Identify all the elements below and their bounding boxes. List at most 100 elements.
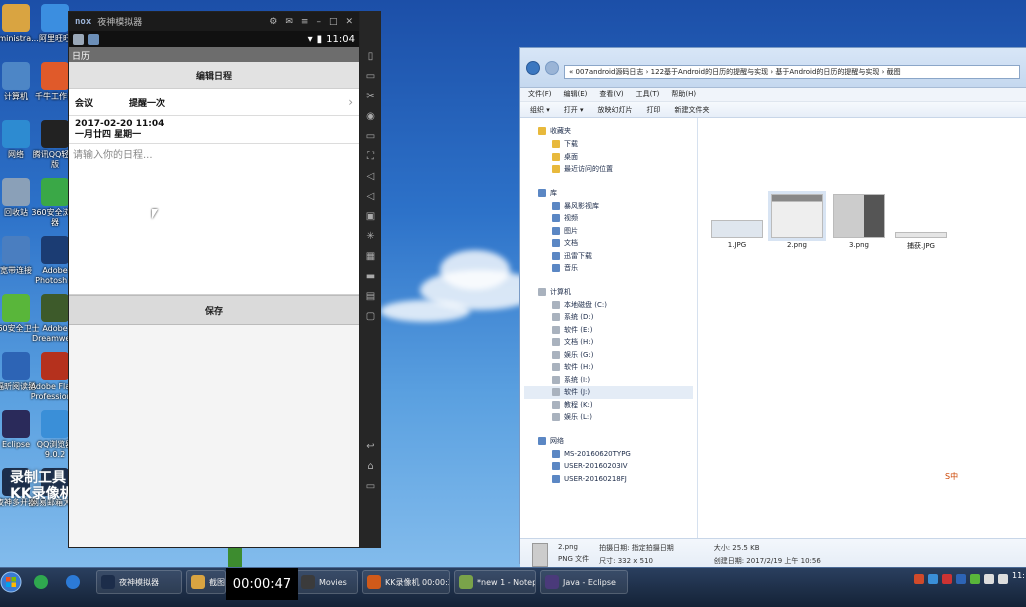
- location-icon[interactable]: ◉: [366, 111, 375, 122]
- taskbar-button[interactable]: Java - Eclipse: [540, 570, 628, 594]
- nav-item[interactable]: 下载: [524, 138, 693, 151]
- nav-item[interactable]: USER-20160218FJ: [524, 473, 693, 486]
- nav-item[interactable]: 桌面: [524, 151, 693, 164]
- tray-icon[interactable]: [956, 574, 966, 584]
- back-button[interactable]: [526, 60, 540, 75]
- command-button[interactable]: 打印: [647, 105, 661, 114]
- sogou-icon[interactable]: [62, 570, 84, 594]
- explorer-window[interactable]: « 007android源码日志 › 122基于Android的日历的提醒与实现…: [519, 47, 1026, 574]
- nav-item[interactable]: 音乐: [524, 262, 693, 275]
- tray-icon[interactable]: [928, 574, 938, 584]
- apk-icon[interactable]: ▦: [366, 251, 375, 262]
- volume-icon[interactable]: [998, 574, 1008, 584]
- command-button[interactable]: 新建文件夹: [675, 105, 710, 114]
- nav-item[interactable]: 图片: [524, 225, 693, 238]
- windows-start-icon[interactable]: [0, 568, 22, 596]
- back-icon[interactable]: ↩: [366, 441, 374, 452]
- file-item[interactable]: 捕获.JPG: [892, 194, 950, 251]
- network-icon[interactable]: [984, 574, 994, 584]
- settings-icon[interactable]: ⚙: [269, 17, 277, 27]
- home-icon[interactable]: ⌂: [367, 461, 373, 472]
- keyboard-icon[interactable]: ▭: [366, 71, 375, 82]
- file-item[interactable]: 3.png: [830, 194, 888, 249]
- nav-item[interactable]: USER-20160203IV: [524, 460, 693, 473]
- datetime-value[interactable]: 2017-02-20 11:04: [75, 119, 353, 130]
- menu-item[interactable]: 查看(V): [599, 89, 623, 100]
- chevron-right-icon[interactable]: ›: [348, 95, 353, 109]
- nav-item[interactable]: 系统 (I:): [524, 374, 693, 387]
- app-icon: [2, 178, 30, 206]
- schedule-input[interactable]: [73, 146, 355, 292]
- nav-item[interactable]: 软件 (E:): [524, 324, 693, 337]
- scissors-icon[interactable]: ✂: [366, 91, 374, 102]
- volume-down-icon[interactable]: ◁: [367, 191, 375, 202]
- menu-icon[interactable]: ≡: [301, 17, 309, 27]
- reminder-label[interactable]: 提醒一次: [129, 96, 165, 109]
- note-area[interactable]: [69, 144, 359, 295]
- file-item[interactable]: 2.png: [768, 194, 826, 249]
- nav-item[interactable]: 娱乐 (G:): [524, 349, 693, 362]
- nav-item[interactable]: 软件 (J:): [524, 386, 693, 399]
- file-view[interactable]: 1.JPG 2.png 3.png 捕获.JPG: [698, 118, 1026, 538]
- nav-item[interactable]: 最近访问的位置: [524, 163, 693, 176]
- folder-icon[interactable]: ▬: [366, 271, 375, 282]
- phone-icon[interactable]: ▯: [368, 51, 374, 62]
- nav-group-header[interactable]: 网络: [524, 434, 693, 448]
- nav-item[interactable]: 教程 (K:): [524, 399, 693, 412]
- more-icon[interactable]: ▢: [366, 311, 375, 322]
- screenshot-icon[interactable]: ▣: [366, 211, 375, 222]
- nav-item[interactable]: 系统 (D:): [524, 311, 693, 324]
- nav-item[interactable]: 暴风影视库: [524, 200, 693, 213]
- nav-item[interactable]: 软件 (H:): [524, 361, 693, 374]
- menu-item[interactable]: 文件(F): [528, 89, 552, 100]
- nav-item[interactable]: 文档: [524, 237, 693, 250]
- maximize-icon[interactable]: □: [329, 17, 338, 27]
- recent-apps-icon[interactable]: ▭: [366, 481, 375, 492]
- nav-group-header[interactable]: 收藏夹: [524, 124, 693, 138]
- volume-up-icon[interactable]: ◁: [367, 171, 375, 182]
- emulator-titlebar[interactable]: nox 夜神模拟器 ⚙ ✉ ≡ – □ ✕: [69, 12, 359, 31]
- menu-item[interactable]: 编辑(E): [564, 89, 588, 100]
- multi-icon[interactable]: ▤: [366, 291, 375, 302]
- category-label[interactable]: 会议: [75, 96, 93, 109]
- nav-group-header[interactable]: 库: [524, 186, 693, 200]
- clock[interactable]: 11:: [1012, 571, 1026, 581]
- nav-item[interactable]: 本地磁盘 (C:): [524, 299, 693, 312]
- screen-icon[interactable]: ▭: [366, 131, 375, 142]
- ie-icon[interactable]: [30, 570, 52, 594]
- minimize-icon[interactable]: –: [316, 17, 321, 27]
- mail-icon[interactable]: ✉: [285, 17, 293, 27]
- nav-item[interactable]: 迅雷下载: [524, 250, 693, 263]
- file-item[interactable]: 1.JPG: [708, 194, 766, 249]
- nav-group-header[interactable]: 计算机: [524, 285, 693, 299]
- ime-toolbar[interactable]: S中: [943, 471, 961, 482]
- emulator-window[interactable]: nox 夜神模拟器 ⚙ ✉ ≡ – □ ✕ ▾ ▮ 11:04 日历 编辑日程 …: [68, 11, 360, 548]
- taskbar-button[interactable]: KK录像机 00:00:31: [362, 570, 450, 594]
- menu-item[interactable]: 工具(T): [636, 89, 660, 100]
- command-button[interactable]: 组织 ▾: [530, 105, 550, 114]
- nav-item[interactable]: 视频: [524, 212, 693, 225]
- nav-item[interactable]: MS-20160620TYPG: [524, 448, 693, 461]
- tray-icon[interactable]: [970, 574, 980, 584]
- address-bar[interactable]: « 007android源码日志 › 122基于Android的日历的提醒与实现…: [564, 64, 1020, 79]
- taskbar-button[interactable]: *new 1 - Notep...: [454, 570, 536, 594]
- datetime-row[interactable]: 2017-02-20 11:04 一月廿四 星期一: [69, 116, 359, 144]
- tray-icon[interactable]: [942, 574, 952, 584]
- taskbar-button[interactable]: 夜神模拟器: [96, 570, 182, 594]
- menu-item[interactable]: 帮助(H): [671, 89, 696, 100]
- detail-filename: 2.png: [558, 543, 579, 551]
- taskbar-label: 截图: [209, 577, 225, 587]
- nav-item[interactable]: 文档 (H:): [524, 336, 693, 349]
- save-button[interactable]: 保存: [69, 295, 359, 325]
- taskbar-button[interactable]: Movies: [296, 570, 358, 594]
- fullscreen-icon[interactable]: ⛶: [367, 151, 374, 162]
- command-button[interactable]: 打开 ▾: [564, 105, 584, 114]
- shake-icon[interactable]: ✳: [366, 231, 374, 242]
- taskbar-button[interactable]: 截图: [186, 570, 226, 594]
- tray-icon[interactable]: [914, 574, 924, 584]
- nav-item[interactable]: 娱乐 (L:): [524, 411, 693, 424]
- category-reminder-row[interactable]: 会议 提醒一次 ›: [69, 89, 359, 116]
- command-button[interactable]: 放映幻灯片: [598, 105, 633, 114]
- forward-button[interactable]: [545, 60, 559, 75]
- close-icon[interactable]: ✕: [345, 17, 353, 27]
